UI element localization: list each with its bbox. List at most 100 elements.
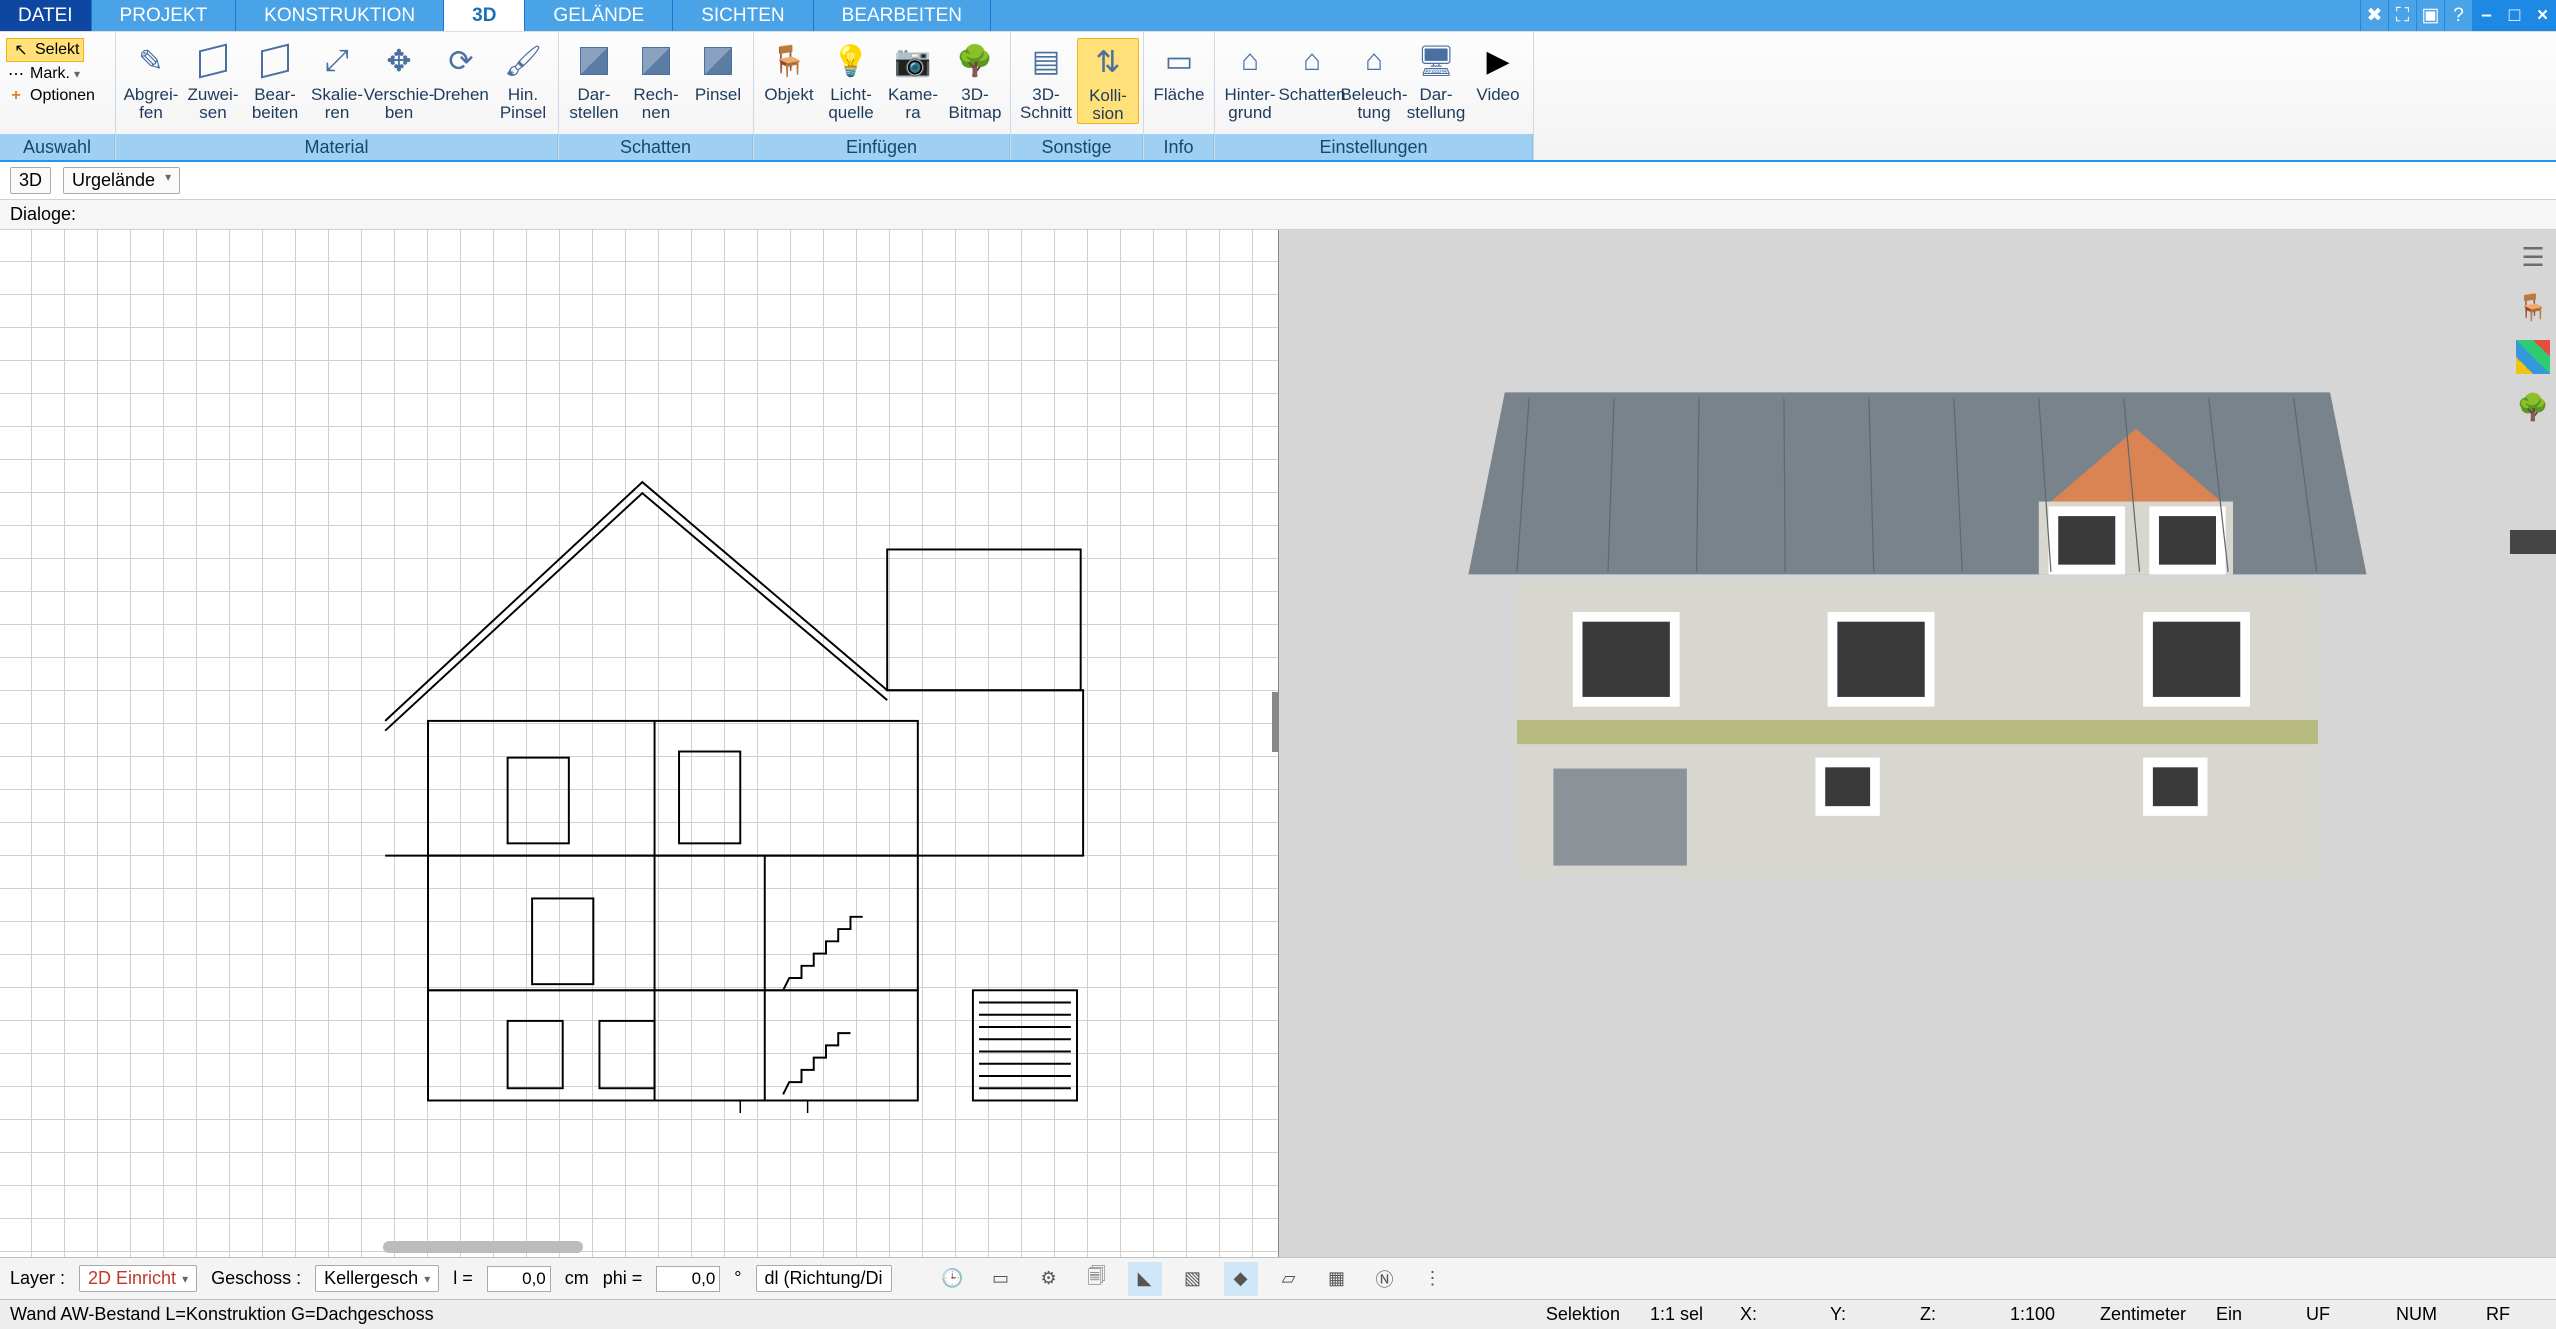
fullscreen-icon[interactable]: ⛶ xyxy=(2388,0,2416,31)
num-label: NUM xyxy=(2396,1304,2456,1325)
tree-icon: 🌳 xyxy=(954,40,996,82)
mark-button[interactable]: ⋯ Mark. ▾ xyxy=(6,64,80,84)
3d-schnitt-button[interactable]: ▤3D- Schnitt xyxy=(1015,38,1077,122)
mark-label: Mark. xyxy=(30,65,70,83)
menu-tab-datei[interactable]: DATEI xyxy=(0,0,92,31)
tools-icon[interactable]: ✖ xyxy=(2360,0,2388,31)
mark-icon: ⋯ xyxy=(6,64,26,84)
flaeche-button[interactable]: ▭Fläche xyxy=(1148,38,1210,104)
schatten-settings-button[interactable]: ⌂Schatten xyxy=(1281,38,1343,104)
video-button[interactable]: ▶Video xyxy=(1467,38,1529,104)
eyedropper-icon: ✎ xyxy=(130,40,172,82)
assign-icon xyxy=(192,40,234,82)
hintergrund-button[interactable]: ⌂Hinter- grund xyxy=(1219,38,1281,122)
verschieben-button[interactable]: ✥Verschie- ben xyxy=(368,38,430,122)
kollision-button[interactable]: ⇅Kolli- sion xyxy=(1077,38,1139,124)
l-label: l = xyxy=(453,1268,473,1289)
screen-icon[interactable]: ▭ xyxy=(984,1262,1018,1296)
rechnen-button[interactable]: Rech- nen xyxy=(625,38,687,122)
gear-icon[interactable]: ⚙ xyxy=(1032,1262,1066,1296)
layer-label: Layer : xyxy=(10,1268,65,1289)
main-menu: DATEI PROJEKT KONSTRUKTION 3D GELÄNDE SI… xyxy=(0,0,2556,32)
display-icon: 🖥 xyxy=(1415,40,1457,82)
view-mode-label: 3D xyxy=(10,167,51,194)
phi-input[interactable] xyxy=(656,1266,720,1292)
group-label-info: Info xyxy=(1144,134,1214,160)
close-icon[interactable]: × xyxy=(2528,0,2556,31)
scale-label: 1:100 xyxy=(2010,1304,2070,1325)
lichtquelle-button[interactable]: 💡Licht- quelle xyxy=(820,38,882,122)
ein-label: Ein xyxy=(2216,1304,2276,1325)
diamond-icon[interactable]: ◆ xyxy=(1224,1262,1258,1296)
plant-icon[interactable]: 🌳 xyxy=(2516,390,2550,424)
menu-tab-projekt[interactable]: PROJEKT xyxy=(92,0,237,31)
dialoge-label: Dialoge: xyxy=(10,204,76,225)
layer-combo-value: 2D Einricht xyxy=(88,1268,176,1289)
dock-separator-icon[interactable] xyxy=(2510,530,2556,554)
right-dock: ☰ 🪑 🌳 xyxy=(2510,234,2556,424)
selekt-label: Selekt xyxy=(35,41,79,59)
geschoss-combo[interactable]: Kellergesch ▾ xyxy=(315,1265,439,1292)
cursor-icon: ↖ xyxy=(11,40,31,60)
terrain-combo[interactable]: Urgelände ▾ xyxy=(63,167,180,194)
brush-add-icon: 🖌 xyxy=(502,40,544,82)
optionen-button[interactable]: + Optionen xyxy=(6,86,95,106)
horizontal-scrollbar[interactable] xyxy=(383,1241,583,1253)
3d-viewport[interactable] xyxy=(1279,230,2556,1257)
menu-tab-gelaende[interactable]: GELÄNDE xyxy=(525,0,673,31)
furniture-icon[interactable]: 🪑 xyxy=(2516,290,2550,324)
sheet-icon[interactable]: ▱ xyxy=(1272,1262,1306,1296)
hin-pinsel-button[interactable]: 🖌Hin. Pinsel xyxy=(492,38,554,122)
layer-combo[interactable]: 2D Einricht ▾ xyxy=(79,1265,197,1292)
clock-icon[interactable]: 🕒 xyxy=(936,1262,970,1296)
minimize-icon[interactable]: – xyxy=(2472,0,2500,31)
geschoss-label: Geschoss : xyxy=(211,1268,301,1289)
deg-label: ° xyxy=(734,1268,741,1289)
menu-tab-3d[interactable]: 3D xyxy=(444,0,525,31)
geschoss-combo-value: Kellergesch xyxy=(324,1268,418,1289)
beleuchtung-button[interactable]: ⌂Beleuch- tung xyxy=(1343,38,1405,122)
l-input[interactable] xyxy=(487,1266,551,1292)
kamera-button[interactable]: 📷Kame- ra xyxy=(882,38,944,122)
group-label-einstellungen: Einstellungen xyxy=(1215,134,1533,160)
north-icon[interactable]: Ⓝ xyxy=(1368,1262,1402,1296)
help-icon[interactable]: ? xyxy=(2444,0,2472,31)
menu-spacer xyxy=(991,0,2360,31)
more-icon[interactable]: ⋮ xyxy=(1416,1262,1450,1296)
darstellung-button[interactable]: 🖥Dar- stellung xyxy=(1405,38,1467,122)
triangle-icon[interactable]: ◣ xyxy=(1128,1262,1162,1296)
print-icon[interactable]: 🗐 xyxy=(1080,1262,1114,1296)
ribbon: ↖ Selekt ⋯ Mark. ▾ + Optionen Auswahl ✎A… xyxy=(0,32,2556,162)
pinsel-button[interactable]: Pinsel xyxy=(687,38,749,104)
bearbeiten-button[interactable]: Bear- beiten xyxy=(244,38,306,122)
darstellen-button[interactable]: Dar- stellen xyxy=(563,38,625,122)
drehen-button[interactable]: ⟳Drehen xyxy=(430,38,492,104)
unit-label: Zentimeter xyxy=(2100,1304,2186,1325)
selekt-button[interactable]: ↖ Selekt xyxy=(6,38,84,62)
phi-label: phi = xyxy=(603,1268,643,1289)
layers-icon[interactable]: ☰ xyxy=(2516,240,2550,274)
group-label-schatten: Schatten xyxy=(559,134,753,160)
objekt-button[interactable]: 🪑Objekt xyxy=(758,38,820,104)
section-3d-icon: ▤ xyxy=(1025,40,1067,82)
camera-icon: 📷 xyxy=(892,40,934,82)
abgreifen-button[interactable]: ✎Abgrei- fen xyxy=(120,38,182,122)
skalieren-button[interactable]: ⤢Skalie- ren xyxy=(306,38,368,122)
menu-tab-konstruktion[interactable]: KONSTRUKTION xyxy=(236,0,444,31)
viewport-icon[interactable]: ▣ xyxy=(2416,0,2444,31)
dl-combo[interactable]: dl (Richtung/Di xyxy=(756,1265,892,1292)
grid-icon[interactable]: ▦ xyxy=(1320,1262,1354,1296)
menu-tab-bearbeiten[interactable]: BEARBEITEN xyxy=(814,0,991,31)
zuweisen-button[interactable]: Zuwei- sen xyxy=(182,38,244,122)
2d-viewport[interactable] xyxy=(0,230,1279,1257)
menu-tab-sichten[interactable]: SICHTEN xyxy=(673,0,813,31)
view-toolbar: 3D Urgelände ▾ xyxy=(0,162,2556,200)
move-material-icon: ✥ xyxy=(378,40,420,82)
color-palette-icon[interactable] xyxy=(2516,340,2550,374)
selektion-label: Selektion xyxy=(1546,1304,1620,1325)
status-text: Wand AW-Bestand L=Konstruktion G=Dachges… xyxy=(10,1304,434,1325)
maximize-icon[interactable]: □ xyxy=(2500,0,2528,31)
3d-bitmap-button[interactable]: 🌳3D- Bitmap xyxy=(944,38,1006,122)
square-icon[interactable]: ▧ xyxy=(1176,1262,1210,1296)
x-label: X: xyxy=(1740,1304,1800,1325)
